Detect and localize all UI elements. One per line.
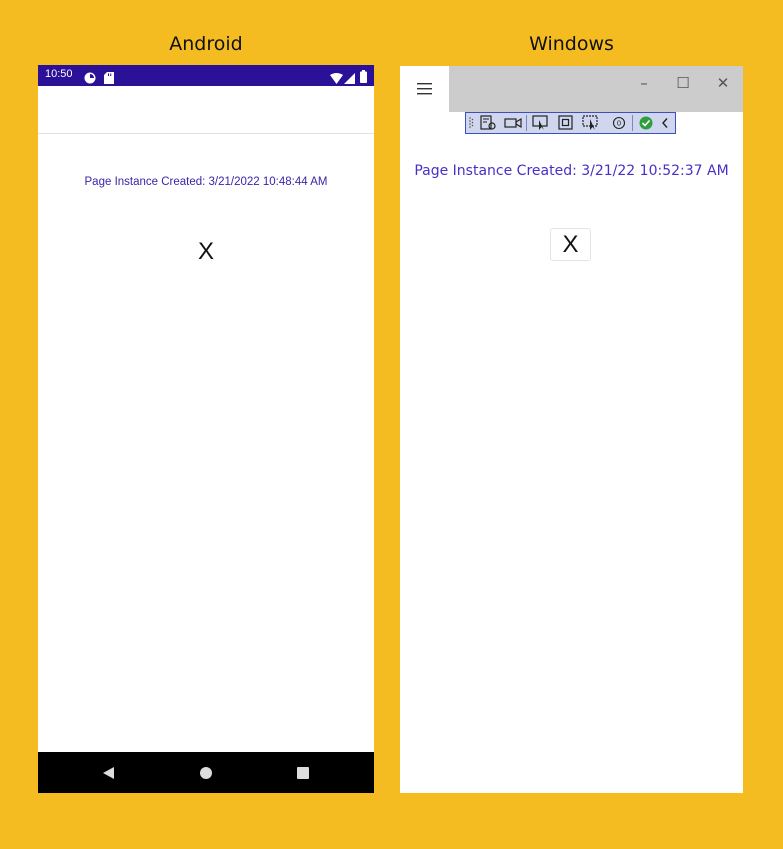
page-instance-created-label: Page Instance Created: 3/21/22 10:52:37 … <box>414 163 729 179</box>
x-button[interactable]: X <box>550 228 591 261</box>
android-status-bar: 10:50 <box>38 65 374 86</box>
android-app-bar <box>38 86 374 134</box>
record-icon[interactable] <box>504 115 522 131</box>
windows-heading: Windows <box>529 33 614 55</box>
svg-text:0: 0 <box>617 120 621 128</box>
hamburger-icon <box>417 83 432 95</box>
checkmark-icon[interactable] <box>637 115 655 131</box>
binding-failures-icon[interactable]: 0 <box>610 115 628 131</box>
battery-icon <box>360 68 367 87</box>
toolbar-separator <box>632 115 633 131</box>
android-heading: Android <box>169 33 243 55</box>
windows-app-window: – ☐ ✕ 0 Page Instance Created: 3/21/22 1… <box>400 66 743 793</box>
android-phone: 10:50 Page Instance Created: 3/21/2022 1… <box>38 65 374 793</box>
android-nav-bar <box>38 752 374 793</box>
collapse-icon[interactable] <box>659 115 671 131</box>
live-visual-tree-icon[interactable] <box>479 115 497 131</box>
select-element-icon[interactable] <box>532 115 550 131</box>
x-button[interactable]: X <box>186 237 226 267</box>
toolbar-separator <box>526 115 527 131</box>
maximize-button[interactable]: ☐ <box>663 70 703 96</box>
back-icon[interactable] <box>100 764 118 782</box>
display-layout-adorners-icon[interactable] <box>557 115 575 131</box>
minimize-button[interactable]: – <box>624 70 664 96</box>
recents-icon[interactable] <box>294 764 312 782</box>
page-instance-created-label: Page Instance Created: 3/21/2022 10:48:4… <box>84 176 328 188</box>
status-time: 10:50 <box>45 68 73 80</box>
close-button[interactable]: ✕ <box>703 70 743 96</box>
window-title-bar: – ☐ ✕ <box>400 66 743 112</box>
hamburger-menu-button[interactable] <box>400 66 449 112</box>
track-focus-icon[interactable] <box>582 115 600 131</box>
xaml-debug-toolbar: 0 <box>465 112 676 134</box>
home-icon[interactable] <box>197 764 215 782</box>
drag-handle-icon[interactable] <box>468 115 474 131</box>
